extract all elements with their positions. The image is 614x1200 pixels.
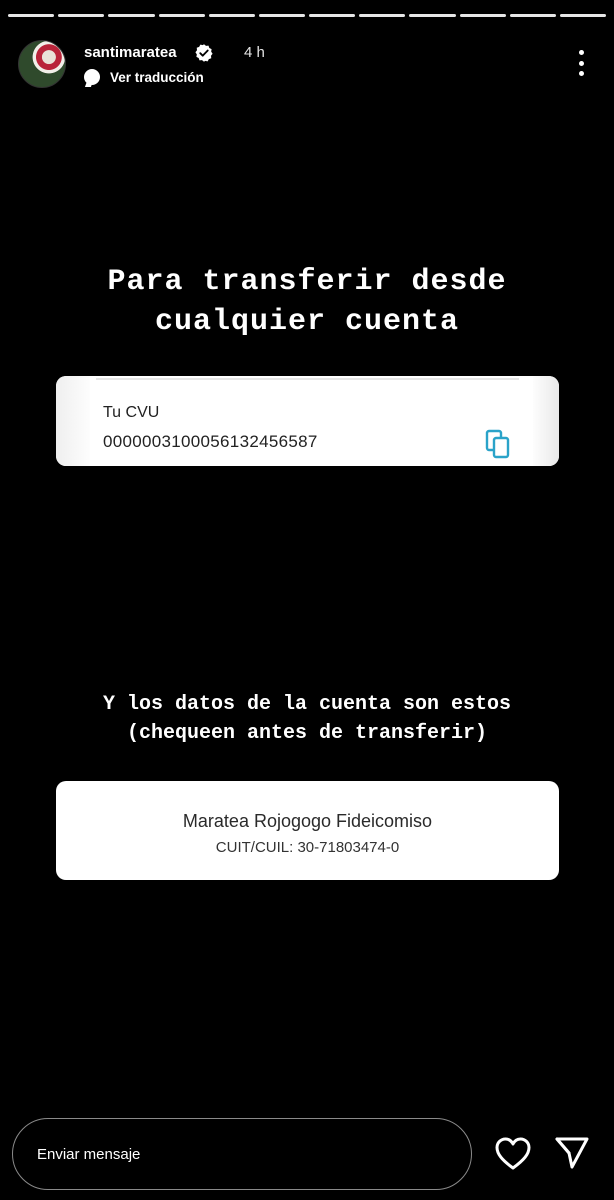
more-options-icon[interactable]: [578, 50, 584, 76]
story-header: santimaratea 4 h Ver traducción: [18, 38, 596, 92]
progress-segment: [258, 14, 306, 17]
copy-icon[interactable]: [485, 429, 511, 459]
progress-segment: [8, 14, 55, 17]
translate-label: Ver traducción: [110, 69, 204, 85]
cvu-label: Tu CVU: [103, 404, 160, 421]
progress-segment: [559, 14, 607, 17]
cvu-card: Tu CVU 0000003100056132456587: [56, 376, 559, 466]
progress-segment: [409, 14, 456, 17]
card-edge: [56, 376, 90, 466]
heading-line: Para transferir desde: [107, 265, 507, 299]
heading-line: cualquier cuenta: [154, 305, 460, 339]
post-time: 4 h: [244, 44, 265, 61]
username[interactable]: santimaratea: [84, 44, 177, 61]
progress-segment: [459, 14, 506, 17]
progress-segment: [208, 14, 255, 17]
progress-segment: [509, 14, 556, 17]
account-holder-name: Maratea Rojogogo Fideicomiso: [182, 811, 433, 831]
progress-segment: [58, 14, 105, 17]
message-input[interactable]: Enviar mensaje: [12, 1118, 472, 1190]
translate-button[interactable]: Ver traducción: [84, 69, 204, 85]
heart-icon[interactable]: [494, 1136, 532, 1172]
account-heading: Y los datos de la cuenta son estos (cheq…: [0, 690, 614, 748]
progress-segment: [309, 14, 356, 17]
account-cuit: CUIT/CUIL: 30-71803474-0: [215, 839, 400, 856]
card-edge: [533, 376, 559, 466]
card-divider: [96, 378, 519, 380]
verified-badge-icon: [195, 44, 213, 62]
story-progress-bar: [8, 14, 607, 17]
account-card: Maratea Rojogogo Fideicomiso CUIT/CUIL: …: [56, 781, 559, 880]
send-icon[interactable]: [553, 1134, 591, 1172]
story-heading: Para transferir desde cualquier cuenta: [0, 262, 614, 342]
progress-segment: [108, 14, 155, 17]
message-placeholder: Enviar mensaje: [37, 1146, 141, 1163]
heading-line: (chequeen antes de transferir): [126, 722, 488, 745]
avatar[interactable]: [18, 40, 66, 88]
progress-segment: [158, 14, 205, 17]
translate-icon: [84, 69, 100, 85]
cvu-number: 0000003100056132456587: [103, 432, 318, 451]
heading-line: Y los datos de la cuenta son estos: [102, 693, 512, 716]
progress-segment: [359, 14, 406, 17]
